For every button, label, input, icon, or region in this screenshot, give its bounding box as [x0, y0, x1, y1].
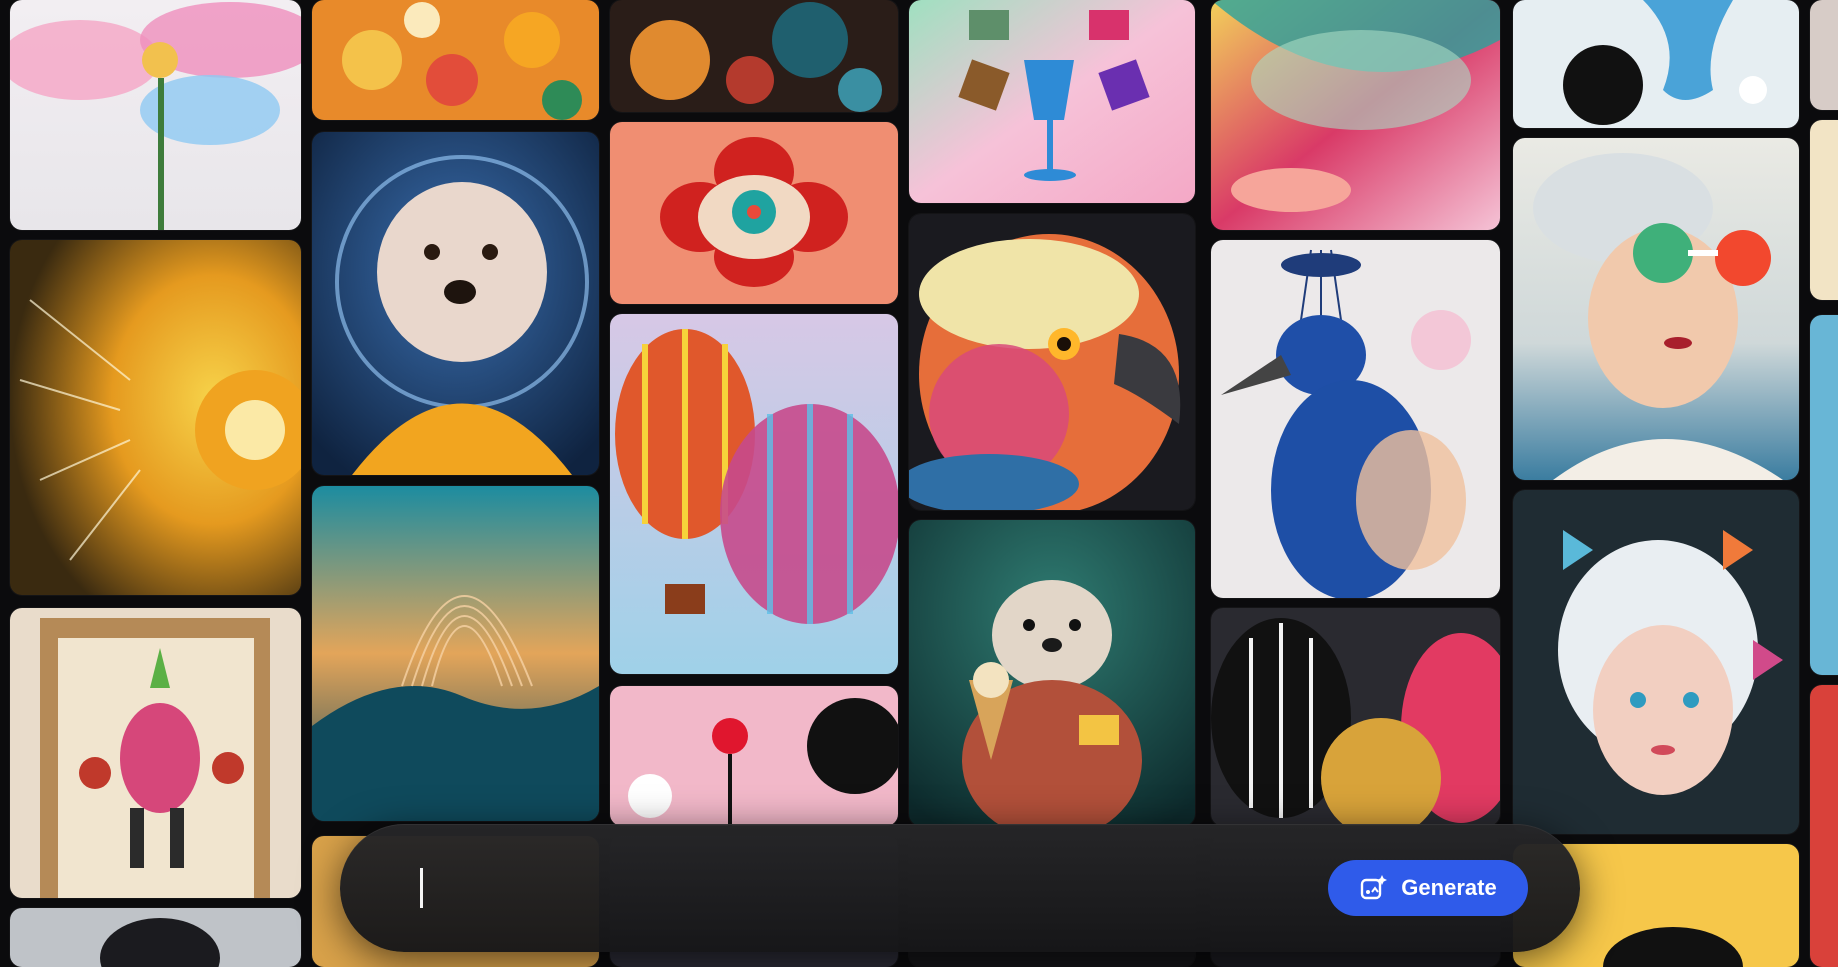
gallery-tile-butterfly-girl[interactable] [1513, 490, 1799, 834]
gallery-tile-dandelion[interactable] [10, 240, 301, 595]
gallery-tile-glass-goblets[interactable] [909, 0, 1195, 203]
gallery-tile-chameleon[interactable] [1211, 0, 1500, 230]
gallery-tile-otter[interactable] [909, 520, 1195, 826]
gallery-tile-wave[interactable] [312, 486, 599, 821]
gallery-tile-balloons-dark[interactable] [1211, 608, 1500, 826]
gallery-tile-edge-1[interactable] [1810, 0, 1838, 110]
gallery-tile-edge-2[interactable] [1810, 120, 1838, 300]
gallery-tile-dog[interactable] [312, 132, 599, 475]
gallery-tile-dragonfruit[interactable] [10, 608, 301, 898]
sparkle-image-icon [1359, 873, 1389, 903]
gallery-tile-liquid-splash[interactable] [1513, 0, 1799, 128]
gallery-tile-edge-3[interactable] [1810, 315, 1838, 675]
gallery-tile-horse[interactable] [10, 908, 301, 967]
gallery-tile-edge-4[interactable] [1810, 685, 1838, 967]
gallery-tile-candy-spheres[interactable] [610, 686, 898, 826]
prompt-bar: Generate [340, 824, 1580, 952]
text-caret [420, 868, 423, 908]
gallery-tile-textured-creature[interactable] [610, 0, 898, 112]
gallery-tile-balloons[interactable] [610, 314, 898, 674]
gallery-tile-parrot[interactable] [909, 214, 1195, 510]
gallery-tile-flower[interactable] [10, 0, 301, 230]
gallery-tile-peacock[interactable] [1211, 240, 1500, 598]
prompt-input[interactable] [410, 858, 1314, 920]
app-stage: Generate [0, 0, 1838, 967]
generate-button-label: Generate [1401, 875, 1497, 900]
gallery-tile-sunglasses-girl[interactable] [1513, 138, 1799, 480]
gallery-tile-floral-shirt[interactable] [312, 0, 599, 120]
generate-button[interactable]: Generate [1328, 860, 1528, 916]
gallery-tile-red-flower[interactable] [610, 122, 898, 304]
